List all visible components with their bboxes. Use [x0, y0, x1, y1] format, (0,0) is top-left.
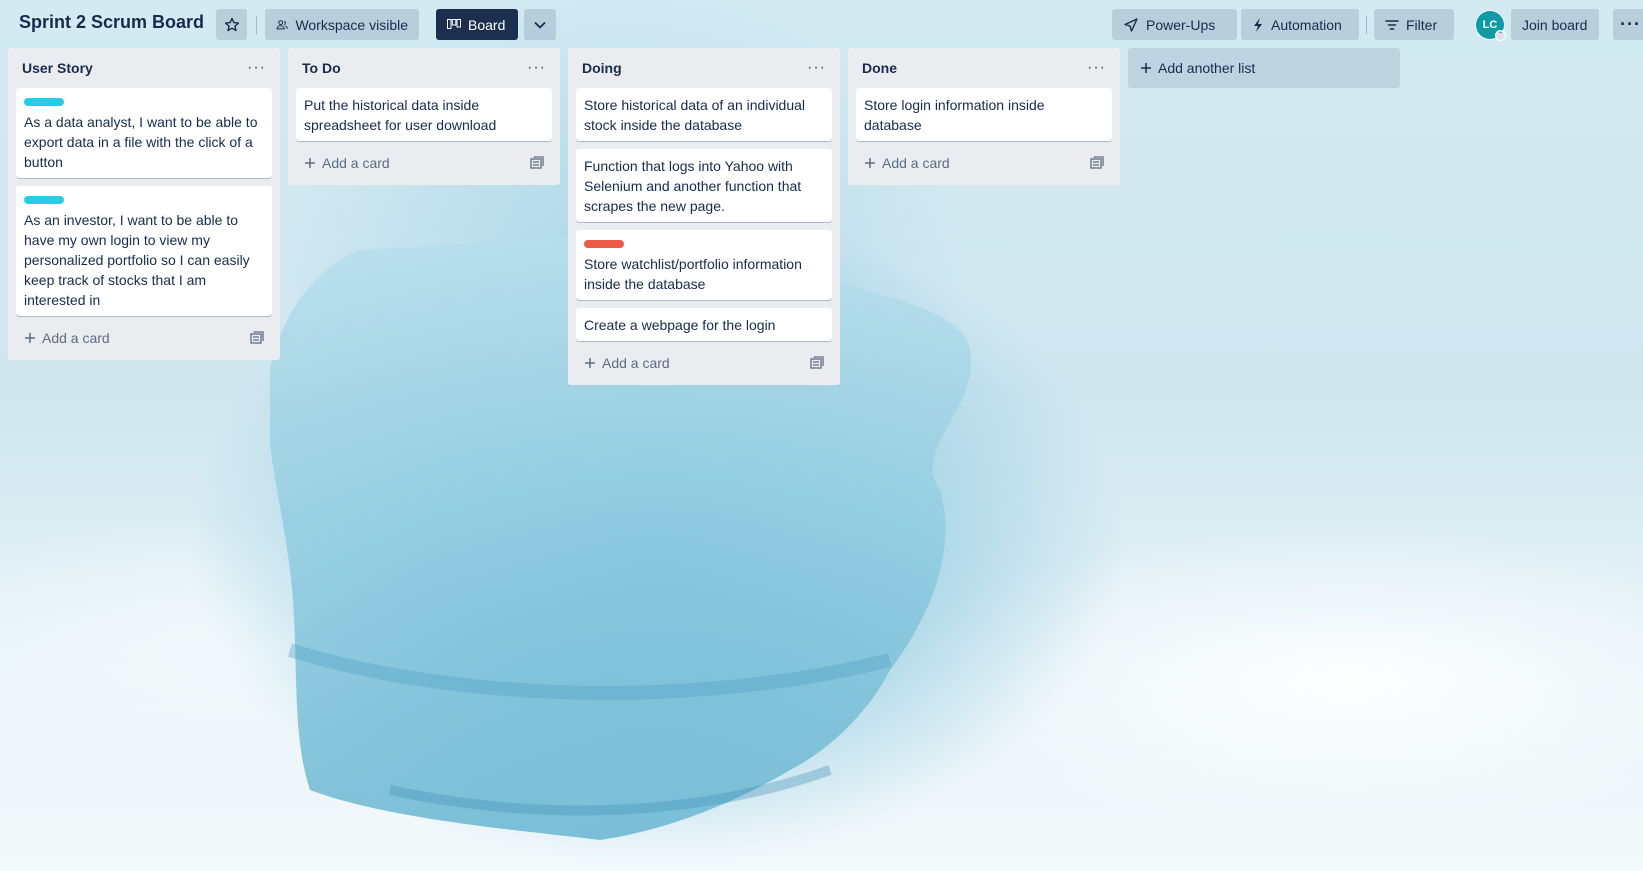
- star-board-button[interactable]: [216, 9, 247, 40]
- add-card-row: Add a card: [296, 149, 552, 177]
- visibility-button[interactable]: Workspace visible: [265, 9, 419, 40]
- add-card-label: Add a card: [42, 330, 110, 346]
- filter-icon: [1385, 19, 1399, 30]
- list-header: Doing ···: [576, 48, 832, 88]
- card[interactable]: Store watchlist/portfolio information in…: [576, 230, 832, 300]
- list-title[interactable]: Done: [862, 60, 897, 76]
- add-card-button[interactable]: Add a card: [24, 330, 110, 346]
- card-label[interactable]: [24, 196, 64, 204]
- card-title: Create a webpage for the login: [584, 317, 776, 333]
- add-list-button[interactable]: Add another list: [1128, 48, 1400, 88]
- card-title: As an investor, I want to be able to hav…: [24, 212, 250, 308]
- card[interactable]: Function that logs into Yahoo with Selen…: [576, 149, 832, 222]
- add-card-label: Add a card: [882, 155, 950, 171]
- card[interactable]: As an investor, I want to be able to hav…: [16, 186, 272, 316]
- automation-label: Automation: [1271, 16, 1342, 33]
- list-header: User Story ···: [16, 48, 272, 88]
- list-header: To Do ···: [296, 48, 552, 88]
- add-card-label: Add a card: [602, 355, 670, 371]
- card-title: Function that logs into Yahoo with Selen…: [584, 158, 802, 214]
- card-template-icon[interactable]: [250, 331, 264, 345]
- list-title[interactable]: To Do: [302, 60, 341, 76]
- card-title: Store watchlist/portfolio information in…: [584, 256, 802, 292]
- member-avatar[interactable]: LC ⌃: [1476, 11, 1506, 41]
- plus-icon: [585, 358, 595, 368]
- list-user-story: User Story ··· As a data analyst, I want…: [8, 48, 280, 360]
- header-divider: [1366, 16, 1367, 34]
- list-menu-icon[interactable]: ···: [527, 60, 546, 76]
- powerups-label: Power-Ups: [1146, 16, 1216, 33]
- card-title: Store login information inside database: [864, 97, 1045, 133]
- filter-button[interactable]: Filter: [1374, 9, 1454, 40]
- add-card-button[interactable]: Add a card: [584, 355, 670, 371]
- filter-label: Filter: [1406, 16, 1438, 33]
- card-label[interactable]: [24, 98, 64, 106]
- automation-button[interactable]: Automation: [1241, 9, 1359, 40]
- board-menu-button[interactable]: ···: [1613, 9, 1643, 40]
- star-icon: [224, 17, 239, 31]
- avatar-initials: LC: [1482, 19, 1498, 31]
- card[interactable]: As a data analyst, I want to be able to …: [16, 88, 272, 178]
- list-header: Done ···: [856, 48, 1112, 88]
- card-title: Store historical data of an individual s…: [584, 97, 806, 133]
- card-title: As a data analyst, I want to be able to …: [24, 114, 258, 170]
- lightning-icon: [1254, 17, 1262, 32]
- admin-badge-icon: ⌃: [1495, 30, 1506, 41]
- rocket-icon: [1124, 17, 1138, 32]
- add-card-button[interactable]: Add a card: [304, 155, 390, 171]
- plus-icon: [25, 333, 35, 343]
- list-menu-icon[interactable]: ···: [247, 60, 266, 76]
- add-card-button[interactable]: Add a card: [864, 155, 950, 171]
- board-header: Sprint 2 Scrum Board Workspace visible B…: [0, 0, 1643, 48]
- list-menu-icon[interactable]: ···: [807, 60, 826, 76]
- list-done: Done ··· Store login information inside …: [848, 48, 1120, 185]
- card-template-icon[interactable]: [530, 156, 544, 170]
- card[interactable]: Create a webpage for the login: [576, 308, 832, 341]
- board-view-button[interactable]: Board: [436, 9, 518, 40]
- join-board-label: Join board: [1522, 16, 1588, 33]
- plus-icon: [865, 158, 875, 168]
- card-template-icon[interactable]: [810, 356, 824, 370]
- list-doing: Doing ··· Store historical data of an in…: [568, 48, 840, 385]
- board-view-icon: [447, 18, 461, 29]
- add-card-row: Add a card: [856, 149, 1112, 177]
- visibility-label: Workspace visible: [295, 16, 408, 33]
- card-template-icon[interactable]: [1090, 156, 1104, 170]
- list-to-do: To Do ··· Put the historical data inside…: [288, 48, 560, 185]
- add-list-label: Add another list: [1158, 60, 1256, 76]
- card-label[interactable]: [584, 240, 624, 248]
- card[interactable]: Put the historical data inside spreadshe…: [296, 88, 552, 141]
- add-card-label: Add a card: [322, 155, 390, 171]
- add-card-row: Add a card: [576, 349, 832, 377]
- view-switcher-button[interactable]: [524, 9, 556, 40]
- plus-icon: [1141, 63, 1151, 73]
- header-divider: [256, 16, 257, 34]
- powerups-button[interactable]: Power-Ups: [1112, 9, 1237, 40]
- plus-icon: [305, 158, 315, 168]
- board-view-label: Board: [468, 16, 506, 33]
- join-board-button[interactable]: Join board: [1511, 9, 1599, 40]
- chevron-down-icon: [534, 21, 546, 29]
- list-title[interactable]: User Story: [22, 60, 93, 76]
- card[interactable]: Store login information inside database: [856, 88, 1112, 141]
- card-title: Put the historical data inside spreadshe…: [304, 97, 497, 133]
- add-card-row: Add a card: [16, 324, 272, 352]
- board-title[interactable]: Sprint 2 Scrum Board: [19, 12, 204, 33]
- more-icon: ···: [1620, 14, 1641, 34]
- card[interactable]: Store historical data of an individual s…: [576, 88, 832, 141]
- people-icon: [276, 19, 288, 29]
- list-title[interactable]: Doing: [582, 60, 622, 76]
- list-menu-icon[interactable]: ···: [1087, 60, 1106, 76]
